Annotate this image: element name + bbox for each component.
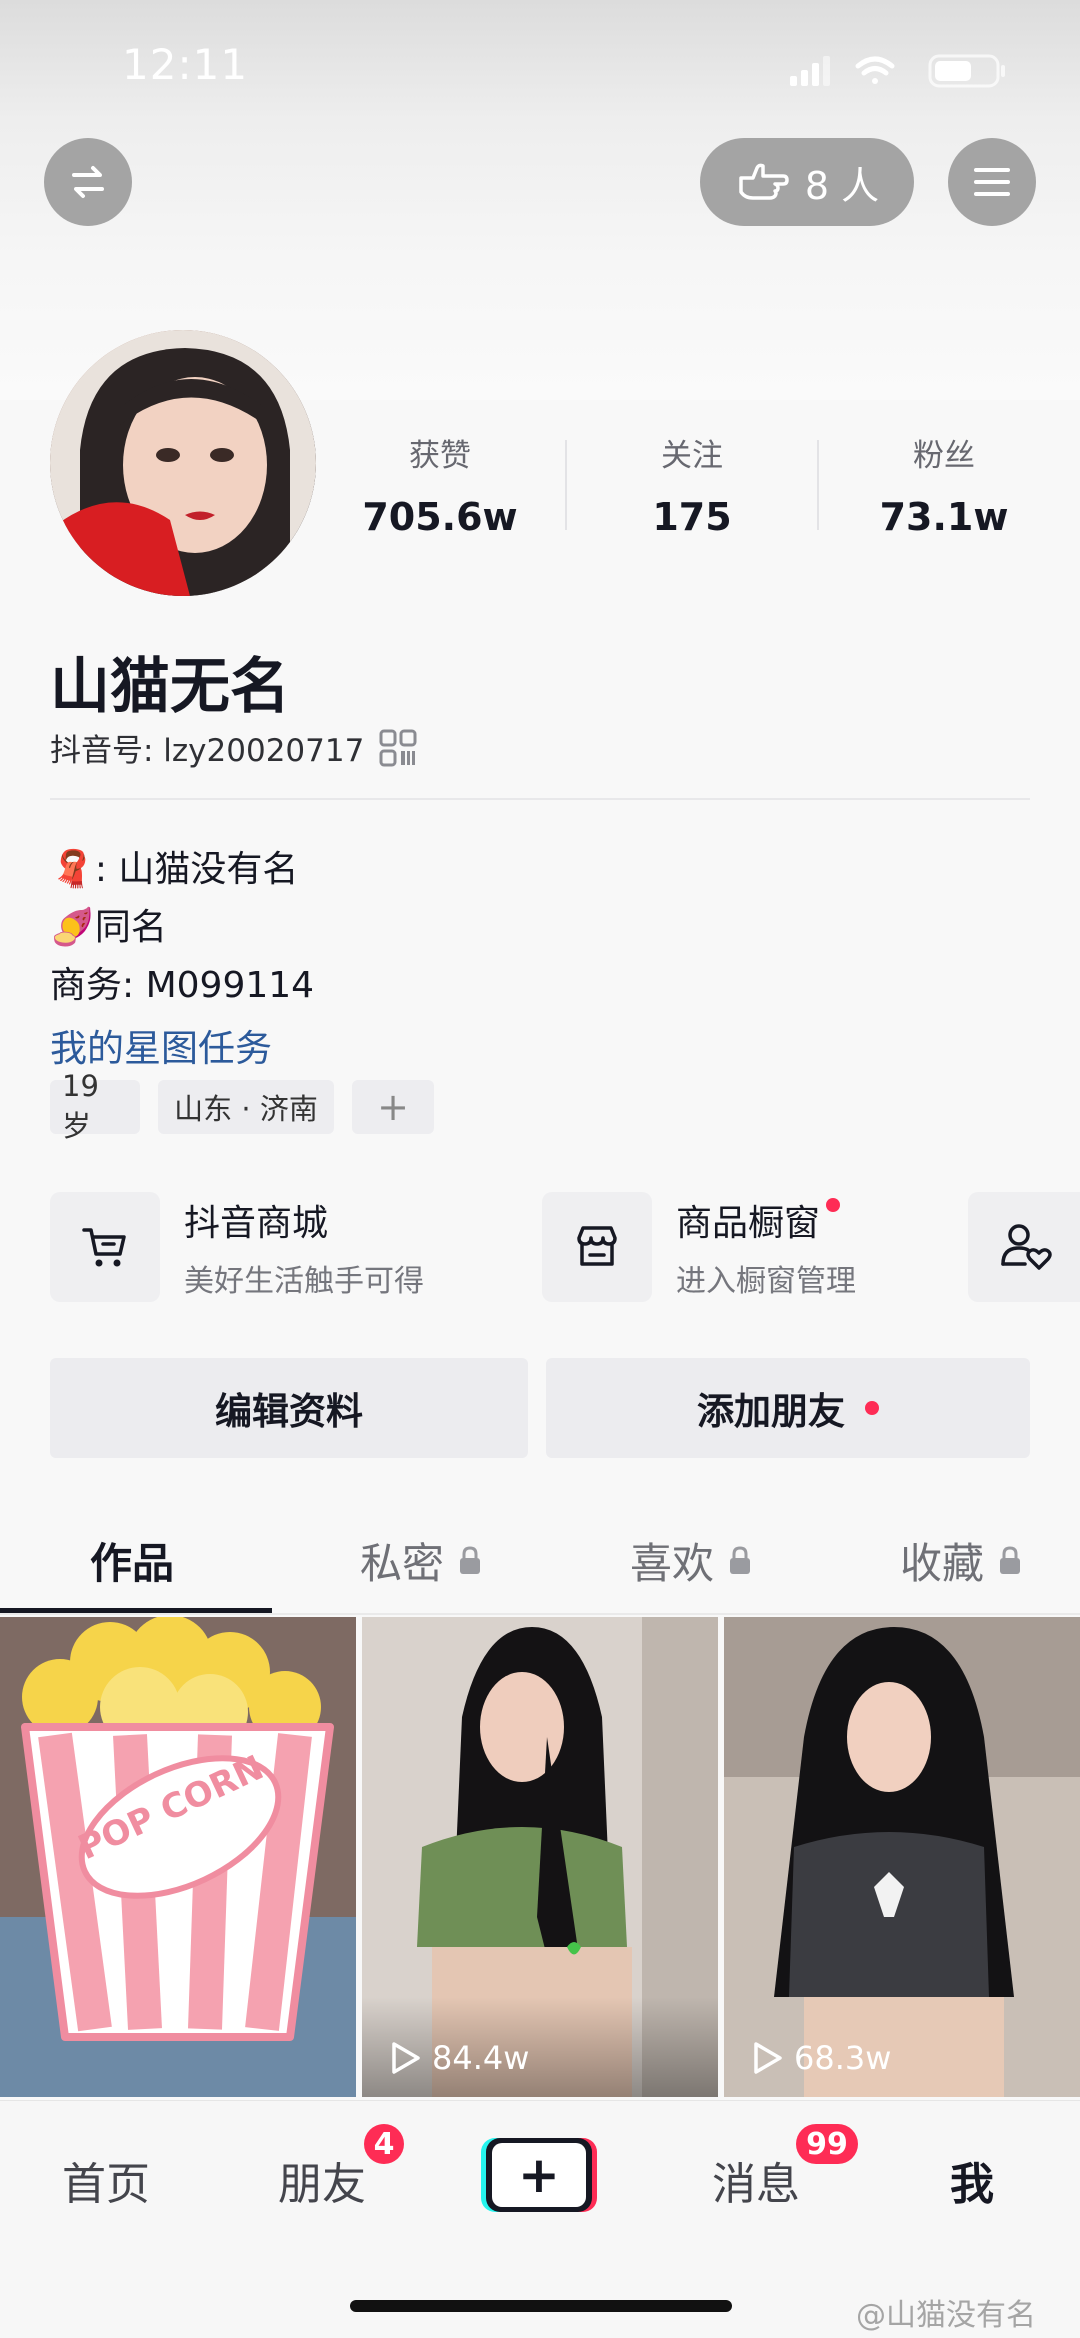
wifi-icon bbox=[855, 56, 895, 84]
pointing-hand-icon bbox=[739, 163, 789, 200]
tab-label: 作品 bbox=[90, 1539, 175, 1588]
stat-label: 关注 bbox=[661, 438, 723, 474]
video-thumbnail[interactable]: POP CORN bbox=[0, 1617, 356, 2097]
nav-me[interactable]: 我 bbox=[950, 2148, 994, 2212]
shop-window-icon bbox=[542, 1192, 652, 1302]
service-subtitle: 美好生活触手可得 bbox=[184, 1264, 424, 1299]
nav-friends[interactable]: 朋友 bbox=[278, 2148, 366, 2212]
nav-home[interactable]: 首页 bbox=[62, 2148, 150, 2212]
service-more[interactable] bbox=[968, 1192, 1080, 1302]
notification-dot bbox=[865, 1401, 879, 1415]
stat-value: 73.1w bbox=[879, 495, 1009, 539]
stat-likes[interactable]: 获赞 705.6w bbox=[340, 430, 540, 539]
stat-followers[interactable]: 粉丝 73.1w bbox=[844, 430, 1044, 539]
lock-icon bbox=[460, 1545, 481, 1574]
stat-value: 175 bbox=[652, 495, 732, 539]
cart-icon bbox=[50, 1192, 160, 1302]
status-time: 12:11 bbox=[122, 40, 249, 89]
edit-profile-button[interactable]: 编辑资料 bbox=[50, 1358, 528, 1458]
divider bbox=[817, 439, 819, 530]
douyin-id-row[interactable]: 抖音号: lzy20020717 bbox=[50, 725, 418, 770]
tab-private[interactable]: 私密 bbox=[360, 1530, 482, 1591]
button-label: 编辑资料 bbox=[215, 1390, 363, 1433]
service-title: 商品橱窗 bbox=[676, 1203, 821, 1244]
play-icon bbox=[754, 2042, 782, 2074]
tab-favorites[interactable]: 收藏 bbox=[900, 1530, 1022, 1591]
divider bbox=[565, 439, 567, 530]
tab-label: 私密 bbox=[360, 1539, 445, 1588]
service-subtitle: 进入橱窗管理 bbox=[676, 1264, 856, 1299]
switch-account-button[interactable] bbox=[44, 138, 132, 226]
messages-badge: 99 bbox=[796, 2124, 858, 2164]
home-indicator bbox=[350, 2300, 732, 2312]
tag-add-button[interactable]: + bbox=[352, 1080, 434, 1134]
avatar[interactable] bbox=[50, 330, 316, 596]
notification-dot bbox=[826, 1198, 841, 1212]
plus-icon: + bbox=[492, 2143, 586, 2207]
tab-label: 喜欢 bbox=[630, 1539, 715, 1588]
lock-icon bbox=[1000, 1545, 1021, 1574]
nav-messages[interactable]: 消息 bbox=[712, 2148, 800, 2212]
watermark: @山猫没有名 bbox=[856, 2298, 1036, 2333]
lock-icon bbox=[730, 1545, 751, 1574]
play-count: 68.3w bbox=[750, 2039, 891, 2077]
popcorn-sticker: POP CORN bbox=[21, 1617, 334, 2041]
star-task-link[interactable]: 我的星图任务 bbox=[50, 1018, 272, 1072]
add-friend-button[interactable]: 添加朋友 bbox=[546, 1358, 1030, 1458]
bio-line-1: 🧣: 山猫没有名 bbox=[50, 849, 299, 890]
stat-label: 粉丝 bbox=[913, 438, 975, 474]
tab-works[interactable]: 作品 bbox=[90, 1530, 174, 1591]
play-icon bbox=[392, 2042, 420, 2074]
menu-button[interactable] bbox=[948, 138, 1036, 226]
tab-label: 收藏 bbox=[900, 1539, 985, 1588]
video-thumbnail[interactable]: 68.3w bbox=[724, 1617, 1080, 2097]
stat-following[interactable]: 关注 175 bbox=[592, 430, 792, 539]
friends-badge: 4 bbox=[364, 2124, 404, 2164]
stat-value: 705.6w bbox=[362, 495, 518, 539]
qr-code-icon bbox=[379, 729, 417, 766]
swap-icon bbox=[72, 166, 104, 198]
stats-row: 获赞 705.6w 关注 175 粉丝 73.1w bbox=[340, 430, 1044, 539]
create-button[interactable]: + bbox=[486, 2138, 592, 2212]
tag-age: 19 岁 bbox=[50, 1069, 140, 1143]
stat-label: 获赞 bbox=[409, 438, 471, 474]
tab-likes[interactable]: 喜欢 bbox=[630, 1530, 752, 1591]
tag-location: 山东 · 济南 bbox=[158, 1080, 334, 1134]
service-mall[interactable]: 抖音商城 美好生活触手可得 bbox=[50, 1192, 424, 1302]
service-title: 抖音商城 bbox=[184, 1203, 329, 1244]
visitors-button[interactable]: 8 人 bbox=[700, 138, 914, 226]
button-label: 添加朋友 bbox=[697, 1390, 845, 1433]
visitor-count: 8 人 bbox=[804, 163, 880, 208]
status-icons bbox=[780, 50, 1020, 90]
divider bbox=[0, 1613, 1080, 1615]
divider bbox=[50, 798, 1030, 800]
battery-icon bbox=[928, 54, 1005, 88]
bio-line-2: 🍠同名 bbox=[50, 907, 167, 948]
douyin-id: 抖音号: lzy20020717 bbox=[50, 733, 365, 769]
profile-name: 山猫无名 bbox=[50, 652, 290, 722]
signal-icon bbox=[790, 56, 830, 86]
menu-icon bbox=[974, 168, 1010, 196]
service-shop-window[interactable]: 商品橱窗 进入橱窗管理 bbox=[542, 1192, 856, 1302]
video-thumbnail[interactable]: 84.4w bbox=[362, 1617, 718, 2097]
bio-line-3: 商务: M099114 bbox=[50, 965, 315, 1006]
user-heart-icon bbox=[1001, 1224, 1052, 1270]
play-count: 84.4w bbox=[388, 2039, 529, 2077]
play-count-value: 84.4w bbox=[432, 2039, 530, 2077]
play-count-value: 68.3w bbox=[794, 2039, 892, 2077]
